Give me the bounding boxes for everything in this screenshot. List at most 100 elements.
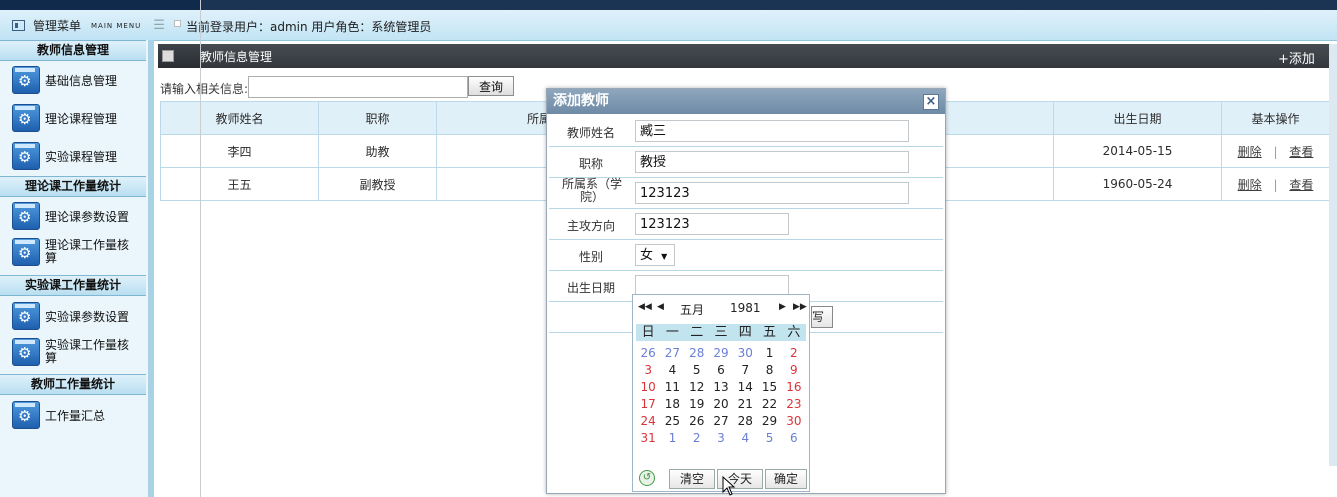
calendar-day[interactable]: 2	[685, 430, 709, 447]
sidebar-item-theory-course[interactable]: 理论课程管理	[12, 104, 144, 132]
calendar-day[interactable]: 18	[660, 396, 684, 413]
calendar-day[interactable]: 17	[636, 396, 660, 413]
field-label: 出生日期	[566, 281, 615, 295]
sidebar-item-label: 理论课工作量核算	[45, 238, 130, 265]
calendar-day[interactable]: 21	[733, 396, 757, 413]
calendar-day[interactable]: 16	[782, 379, 806, 396]
field-row-title: 职称 教授	[549, 147, 943, 178]
sidebar-item-lab-calc[interactable]: 实验课工作量核算	[12, 338, 144, 366]
collapse-icon[interactable]	[162, 50, 174, 62]
refresh-icon[interactable]: ↺	[639, 470, 655, 486]
calendar-day[interactable]: 30	[733, 345, 757, 362]
gear-icon	[12, 338, 40, 366]
sidebar-item-theory-calc[interactable]: 理论课工作量核算	[12, 238, 144, 266]
clear-button[interactable]: 清空	[669, 469, 715, 489]
next-year-icon[interactable]: ▶▶	[793, 302, 807, 312]
sidebar-item-workload-summary[interactable]: 工作量汇总	[12, 401, 144, 429]
calendar-day[interactable]: 13	[709, 379, 733, 396]
title-input[interactable]: 教授	[635, 151, 909, 173]
calendar-day[interactable]: 27	[660, 345, 684, 362]
next-month-icon[interactable]: ▶	[779, 302, 786, 312]
prev-month-icon[interactable]: ◀	[657, 302, 664, 312]
gear-icon	[12, 202, 40, 230]
gear-icon	[12, 401, 40, 429]
hamburger-icon[interactable]: ☰	[153, 18, 165, 33]
calendar-day[interactable]: 20	[709, 396, 733, 413]
calendar-day[interactable]: 10	[636, 379, 660, 396]
calendar-day[interactable]: 28	[733, 413, 757, 430]
gear-icon	[12, 66, 40, 94]
scrollbar[interactable]	[1329, 44, 1337, 466]
calendar-day[interactable]: 5	[757, 430, 781, 447]
calendar-day[interactable]: 26	[685, 413, 709, 430]
calendar-day[interactable]: 8	[757, 362, 781, 379]
field-label: 所属系（学院）	[561, 177, 622, 204]
sidebar-section-lab-workload[interactable]: 实验课工作量统计	[0, 275, 146, 296]
sidebar-item-basic-info[interactable]: 基础信息管理	[12, 66, 144, 94]
field-label: 性别	[578, 250, 603, 264]
calendar-day[interactable]: 3	[709, 430, 733, 447]
sidebar-item-lab-course[interactable]: 实验课程管理	[12, 142, 144, 170]
sidebar-item-label: 工作量汇总	[45, 408, 106, 423]
weekday: 四	[738, 325, 752, 340]
field-row-gender: 性别 女 ▼	[549, 240, 943, 271]
sidebar-section-theory-workload[interactable]: 理论课工作量统计	[0, 176, 146, 197]
calendar-day[interactable]: 23	[782, 396, 806, 413]
calendar-day[interactable]: 25	[660, 413, 684, 430]
calendar-day[interactable]: 11	[660, 379, 684, 396]
dept-input[interactable]: 123123	[635, 182, 909, 204]
name-input[interactable]: 臧三	[635, 120, 909, 142]
calendar-day[interactable]: 27	[709, 413, 733, 430]
submit-button[interactable]: 写	[811, 306, 833, 328]
calendar-day[interactable]: 1	[757, 345, 781, 362]
gear-icon	[12, 142, 40, 170]
weekday: 六	[787, 325, 801, 340]
gender-select[interactable]: 女 ▼	[635, 244, 675, 266]
bullet-icon	[174, 20, 181, 27]
calendar-day[interactable]: 19	[685, 396, 709, 413]
cursor-icon	[722, 476, 736, 496]
sidebar-item-theory-params[interactable]: 理论课参数设置	[12, 202, 144, 230]
calendar-day[interactable]: 26	[636, 345, 660, 362]
calendar-day[interactable]: 12	[685, 379, 709, 396]
sidebar-section-teacher-workload[interactable]: 教师工作量统计	[0, 374, 146, 395]
sidebar-item-label: 理论课程管理	[45, 111, 118, 126]
direction-input[interactable]: 123123	[635, 213, 789, 235]
calendar-day[interactable]: 3	[636, 362, 660, 379]
menu-icon	[12, 20, 25, 31]
sidebar-section-teacher-info[interactable]: 教师信息管理	[0, 40, 146, 61]
close-icon[interactable]: ×	[923, 94, 939, 110]
calendar-day[interactable]: 24	[636, 413, 660, 430]
calendar-day[interactable]: 6	[782, 430, 806, 447]
sidebar-item-label: 基础信息管理	[45, 73, 118, 88]
calendar-day[interactable]: 22	[757, 396, 781, 413]
calendar-day[interactable]: 4	[733, 430, 757, 447]
gear-icon	[12, 238, 40, 266]
sidebar-item-label: 理论课参数设置	[45, 209, 130, 224]
calendar-day[interactable]: 9	[782, 362, 806, 379]
weekday: 二	[690, 325, 704, 340]
calendar-day[interactable]: 1	[660, 430, 684, 447]
calendar-day[interactable]: 29	[709, 345, 733, 362]
confirm-button[interactable]: 确定	[765, 469, 807, 489]
calendar-day[interactable]: 14	[733, 379, 757, 396]
calendar-day[interactable]: 7	[733, 362, 757, 379]
field-row-direction: 主攻方向 123123	[549, 209, 943, 240]
dialog-titlebar[interactable]: 添加教师 ×	[547, 89, 945, 114]
menu-title-text: 管理菜单	[33, 19, 82, 33]
prev-year-icon[interactable]: ◀◀	[638, 302, 652, 312]
sidebar-item-lab-params[interactable]: 实验课参数设置	[12, 302, 144, 330]
calendar-day[interactable]: 30	[782, 413, 806, 430]
calendar-nav: ◀◀ ◀ 五月 1981 ▶ ▶▶	[633, 295, 809, 323]
calendar-day[interactable]: 5	[685, 362, 709, 379]
calendar-day[interactable]: 29	[757, 413, 781, 430]
weekday: 五	[763, 325, 777, 340]
calendar-year[interactable]: 1981	[730, 301, 761, 315]
calendar-day[interactable]: 15	[757, 379, 781, 396]
calendar-month[interactable]: 五月	[680, 301, 704, 318]
calendar-day[interactable]: 4	[660, 362, 684, 379]
calendar-day[interactable]: 31	[636, 430, 660, 447]
calendar-day[interactable]: 6	[709, 362, 733, 379]
calendar-day[interactable]: 28	[685, 345, 709, 362]
calendar-day[interactable]: 2	[782, 345, 806, 362]
